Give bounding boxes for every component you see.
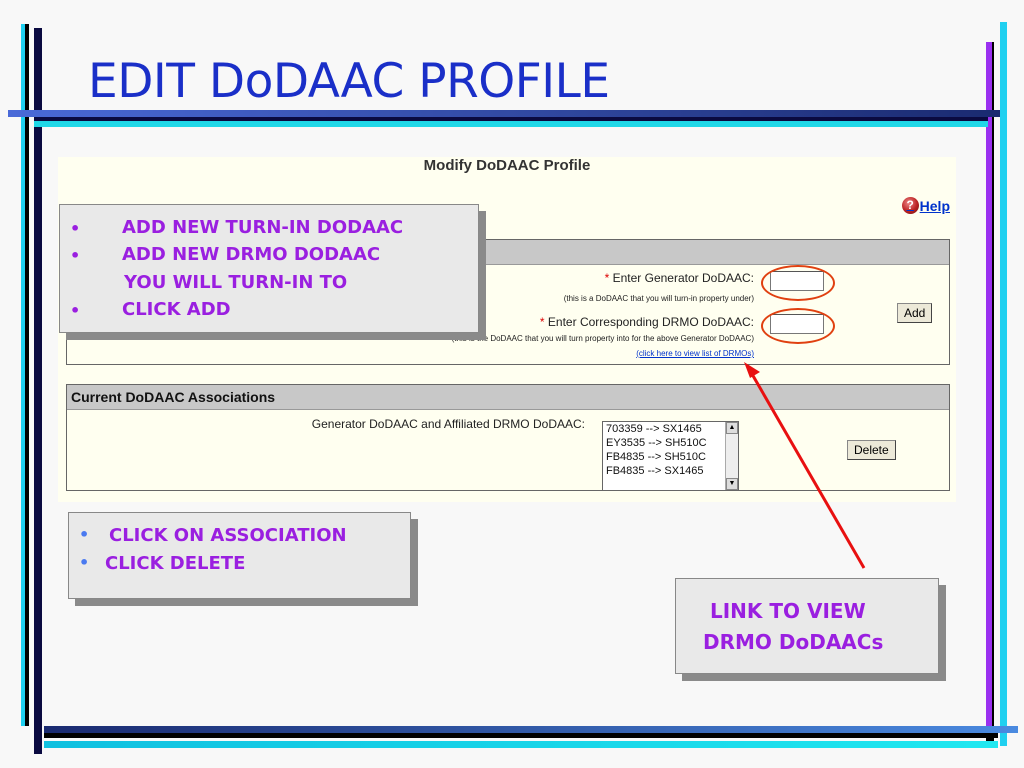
bullet-icon: • [70, 219, 81, 238]
bullet-icon: • [79, 525, 90, 544]
bullet-icon: • [79, 553, 90, 572]
delete-step-2: CLICK DELETE [105, 553, 246, 574]
link-callout-line2: DRMO DoDAACs [703, 630, 884, 654]
add-step-1: ADD NEW TURN-IN DODAAC [122, 217, 404, 238]
bullet-icon: • [70, 246, 81, 265]
add-step-2-continued: YOU WILL TURN-IN TO [124, 272, 348, 293]
link-callout: LINK TO VIEW DRMO DoDAACs [675, 578, 939, 674]
add-step-2: ADD NEW DRMO DODAAC [122, 244, 381, 265]
add-instructions-callout: • ADD NEW TURN-IN DODAAC • ADD NEW DRMO … [59, 204, 479, 333]
bullet-icon: • [70, 301, 81, 320]
delete-step-1: CLICK ON ASSOCIATION [109, 525, 347, 546]
add-step-3: CLICK ADD [122, 299, 231, 320]
link-callout-line1: LINK TO VIEW [710, 599, 866, 623]
delete-instructions-callout: • CLICK ON ASSOCIATION • CLICK DELETE [68, 512, 411, 599]
